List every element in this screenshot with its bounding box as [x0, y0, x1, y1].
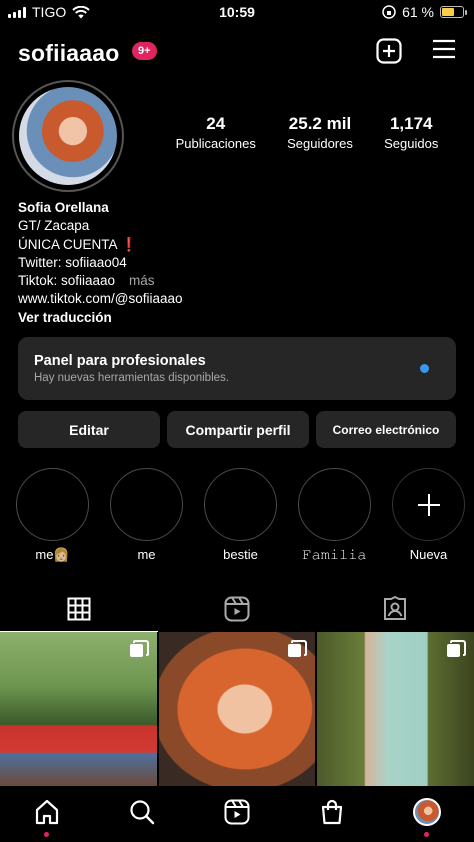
followers-count: 25.2 mil — [288, 114, 352, 133]
post-thumbnail[interactable] — [158, 632, 316, 786]
posts-grid — [0, 632, 474, 786]
home-icon — [36, 799, 59, 825]
profile-actions: Editar Compartir perfil Correo electróni… — [18, 411, 456, 448]
highlight-label: 𝙵𝚊𝚖𝚒𝚕𝚒𝚊 — [302, 547, 367, 562]
edit-profile-button[interactable]: Editar — [18, 411, 160, 448]
highlight-cover — [298, 468, 371, 541]
battery-icon — [440, 6, 467, 18]
nav-home[interactable] — [27, 792, 67, 837]
profile-header: sofiiaaao 9+ — [18, 36, 456, 70]
profile-avatar-mini — [412, 798, 441, 826]
highlight-item[interactable]: bestie — [204, 468, 277, 563]
post-thumbnail[interactable] — [317, 632, 474, 786]
nav-search[interactable] — [122, 792, 162, 832]
stat-posts[interactable]: 24 Publicaciones — [176, 114, 256, 151]
nav-reels[interactable] — [217, 792, 257, 832]
share-profile-button[interactable]: Compartir perfil — [167, 411, 309, 448]
bio-link[interactable]: www.tiktok.com/@sofiiaaao — [18, 290, 183, 308]
battery-percent: 61 % — [402, 4, 434, 20]
profile-stats: 24 Publicaciones 25.2 mil Seguidores 1,174… — [160, 114, 454, 151]
posts-count: 24 — [206, 114, 226, 133]
highlight-label: me👩🏼 — [35, 547, 70, 562]
highlight-label: me — [137, 547, 156, 562]
translate-link[interactable]: Ver traducción — [18, 309, 183, 327]
highlight-item[interactable]: 𝙵𝚊𝚖𝚒𝚕𝚒𝚊 — [298, 468, 371, 563]
reels-icon — [224, 799, 250, 825]
highlight-item[interactable]: me👩🏼 — [16, 468, 89, 563]
nav-shop[interactable] — [312, 792, 352, 832]
followers-label: Seguidores — [287, 136, 353, 151]
create-post-icon[interactable] — [376, 38, 402, 64]
professional-dashboard[interactable]: Panel para profesionales Hay nuevas herr… — [18, 337, 456, 400]
highlight-item[interactable]: me — [110, 468, 183, 563]
carousel-icon — [447, 640, 467, 657]
panel-subtitle: Hay nuevas herramientas disponibles. — [34, 372, 229, 384]
tab-reels[interactable] — [158, 586, 316, 632]
bio-line: Twitter: sofiiaao04 — [18, 254, 127, 270]
avatar-image — [19, 87, 117, 185]
tagged-icon — [384, 596, 406, 620]
bio-line: ÚNICA CUENTA ❗ — [18, 236, 138, 252]
carousel-icon — [288, 640, 308, 657]
plus-icon — [417, 493, 440, 516]
panel-title: Panel para profesionales — [34, 353, 206, 369]
following-label: Seguidos — [384, 136, 439, 151]
highlight-cover — [110, 468, 183, 541]
following-count: 1,174 — [389, 114, 433, 133]
nav-profile[interactable] — [407, 792, 447, 837]
home-notification-dot — [44, 832, 50, 837]
stat-followers[interactable]: 25.2 mil Seguidores — [287, 114, 353, 151]
status-bar: TIGO 10:59 61 % — [0, 0, 474, 26]
bio-line: Tiktok: sofiiaaao — [18, 273, 116, 289]
highlight-label: bestie — [223, 547, 258, 562]
profile-bio: Sofia Orellana GT/ Zacapa ÚNICA CUENTA ❗… — [18, 199, 183, 327]
profile-tabs — [0, 586, 474, 632]
profile-avatar[interactable] — [12, 80, 124, 192]
post-thumbnail[interactable] — [0, 632, 157, 786]
highlight-label: Nueva — [409, 547, 448, 562]
display-name: Sofia Orellana — [18, 200, 109, 215]
tab-posts-grid[interactable] — [0, 586, 158, 632]
bottom-navigation — [0, 786, 474, 842]
search-icon — [130, 800, 155, 825]
carousel-icon — [129, 640, 149, 657]
notification-badge[interactable]: 9+ — [132, 42, 157, 60]
tab-tagged[interactable] — [316, 586, 474, 632]
more-link[interactable]: más — [129, 273, 155, 288]
profile-notification-dot — [423, 832, 429, 837]
bio-line: GT/ Zacapa — [18, 218, 90, 234]
stat-following[interactable]: 1,174 Seguidos — [384, 114, 438, 151]
orientation-lock-icon — [382, 5, 396, 19]
story-highlights: me👩🏼 me bestie 𝙵𝚊𝚖𝚒𝚕𝚒𝚊 Nueva — [16, 468, 465, 563]
posts-label: Publicaciones — [175, 136, 256, 151]
username[interactable]: sofiiaaao — [18, 40, 120, 67]
menu-icon[interactable] — [432, 38, 456, 60]
highlight-cover — [204, 468, 277, 541]
reels-icon — [224, 596, 250, 622]
shopping-bag-icon — [321, 799, 342, 825]
new-highlight-circle — [392, 468, 465, 541]
new-highlight-button[interactable]: Nueva — [392, 468, 465, 563]
new-indicator-dot — [420, 364, 429, 373]
highlight-cover — [16, 468, 89, 541]
grid-icon — [67, 597, 91, 621]
email-button[interactable]: Correo electrónico — [316, 411, 456, 448]
